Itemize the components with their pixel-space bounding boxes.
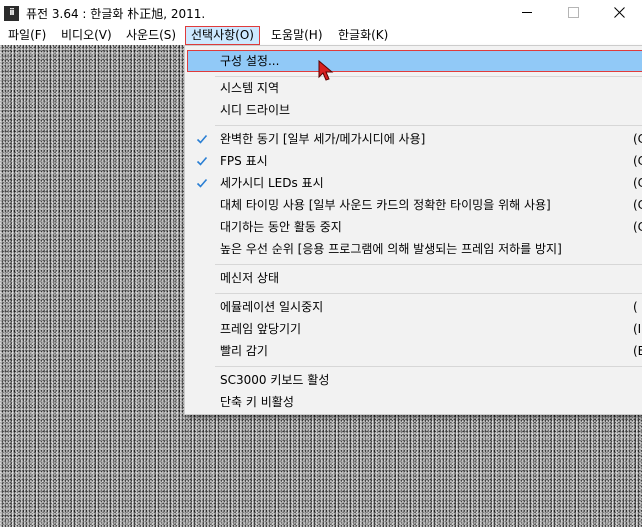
menu-item-shortcut: (C	[633, 132, 642, 146]
menu-item-label: 대기하는 동안 활동 중지	[220, 220, 342, 234]
menu-item-disable-hotkeys[interactable]: 단축 키 비활성	[187, 391, 642, 413]
menu-separator	[215, 366, 642, 367]
menu-separator	[215, 293, 642, 294]
maximize-button[interactable]	[550, 0, 596, 26]
title-bar: ii 퓨전 3.64 : 한글화 朴正旭, 2011.	[0, 0, 642, 26]
window-title: 퓨전 3.64 : 한글화 朴正旭, 2011.	[26, 7, 206, 21]
menu-item-show-fps[interactable]: FPS 표시 (C	[187, 150, 642, 172]
menu-item-sc3000-keyboard[interactable]: SC3000 키보드 활성	[187, 369, 642, 391]
maximize-icon	[567, 7, 579, 18]
checkmark-icon	[196, 178, 208, 188]
menu-item-label: 대체 타이밍 사용 [일부 사운드 카드의 정확한 타이밍을 위해 사용]	[220, 198, 551, 212]
menu-item-cd-drive[interactable]: 시디 드라이브	[187, 99, 642, 121]
menu-item-label: 세가시디 LEDs 표시	[220, 176, 324, 190]
menu-item-shortcut: (	[633, 300, 638, 314]
menu-item-label: 높은 우선 순위 [응용 프로그램에 의해 발생되는 프레임 저하를 방지]	[220, 242, 562, 256]
checkmark-icon	[196, 134, 208, 144]
menu-item-label: 시디 드라이브	[220, 103, 291, 117]
menu-item-pause-emulation[interactable]: 에뮬레이션 일시중지 (	[187, 296, 642, 318]
menu-item-label: 메신저 상태	[220, 271, 280, 285]
menu-item-label: 구성 설정...	[220, 54, 280, 68]
menu-item-label: 빨리 감기	[220, 344, 268, 358]
menu-separator	[215, 125, 642, 126]
menu-bar: 파일(F) 비디오(V) 사운드(S) 선택사항(O) 도움말(H) 한글화(K…	[0, 26, 642, 45]
menu-item-high-priority[interactable]: 높은 우선 순위 [응용 프로그램에 의해 발생되는 프레임 저하를 방지]	[187, 238, 642, 260]
app-icon: ii	[4, 6, 19, 21]
menu-item-label: SC3000 키보드 활성	[220, 373, 330, 387]
menu-options[interactable]: 선택사항(O)	[185, 26, 260, 45]
minimize-icon	[522, 12, 532, 13]
menu-file[interactable]: 파일(F)	[3, 26, 51, 45]
menu-item-messenger-status[interactable]: 메신저 상태	[187, 267, 642, 289]
menu-item-label: 단축 키 비활성	[220, 395, 294, 409]
menu-item-label: 에뮬레이션 일시중지	[220, 300, 324, 314]
menu-item-segacd-leds[interactable]: 세가시디 LEDs 표시 (C	[187, 172, 642, 194]
menu-sound[interactable]: 사운드(S)	[121, 26, 181, 45]
menu-item-perfect-sync[interactable]: 완벽한 동기 [일부 세가/메가시디에 사용] (C	[187, 128, 642, 150]
checkmark-icon	[196, 156, 208, 166]
menu-item-idle-sleep[interactable]: 대기하는 동안 활동 중지 (C	[187, 216, 642, 238]
menu-item-shortcut: (C	[633, 220, 642, 234]
menu-item-shortcut: (C	[633, 154, 642, 168]
menu-item-shortcut: (I	[633, 322, 642, 336]
menu-item-alt-timing[interactable]: 대체 타이밍 사용 [일부 사운드 카드의 정확한 타이밍을 위해 사용] (C	[187, 194, 642, 216]
menu-help[interactable]: 도움말(H)	[266, 26, 328, 45]
close-icon	[613, 7, 625, 18]
options-dropdown-menu: 구성 설정... 시스템 지역 시디 드라이브 완벽한 동기 [일부 세가/메가…	[184, 45, 642, 415]
menu-separator	[215, 264, 642, 265]
menu-item-label: 완벽한 동기 [일부 세가/메가시디에 사용]	[220, 132, 426, 146]
menu-item-shortcut: (C	[633, 198, 642, 212]
menu-item-frame-advance[interactable]: 프레임 앞당기기 (I	[187, 318, 642, 340]
mouse-cursor-icon	[318, 60, 334, 81]
menu-item-label: 시스템 지역	[220, 81, 280, 95]
menu-item-shortcut: (C	[633, 176, 642, 190]
menu-video[interactable]: 비디오(V)	[56, 26, 117, 45]
menu-item-system-region[interactable]: 시스템 지역	[187, 77, 642, 99]
menu-item-configure[interactable]: 구성 설정...	[187, 50, 642, 72]
menu-item-label: FPS 표시	[220, 154, 268, 168]
menu-item-shortcut: (BAC	[633, 344, 642, 358]
menu-item-fast-forward[interactable]: 빨리 감기 (BAC	[187, 340, 642, 362]
menu-item-label: 프레임 앞당기기	[220, 322, 302, 336]
minimize-button[interactable]	[504, 0, 550, 26]
close-button[interactable]	[596, 0, 642, 26]
menu-korean[interactable]: 한글화(K)	[333, 26, 393, 45]
